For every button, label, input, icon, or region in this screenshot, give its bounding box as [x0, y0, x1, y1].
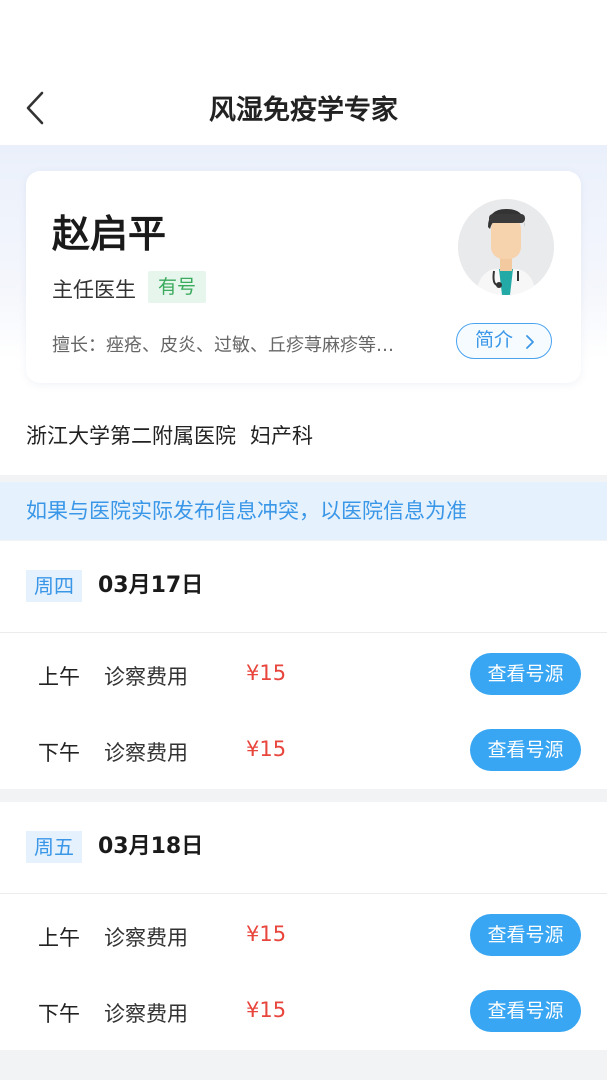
schedule-day: 周四 03月17日 上午 诊察费用 ¥15 查看号源 下午 诊察费用 ¥15 查…	[0, 541, 607, 789]
doctor-card: 赵启平 主任医生 有号 擅长：痤疮、皮炎、过敏、丘疹荨麻疹等… 简介	[26, 171, 581, 383]
schedule-day-header: 周四 03月17日	[0, 541, 607, 633]
slot-period: 下午	[38, 741, 80, 765]
doctor-avatar-icon	[458, 199, 554, 295]
weekday-tag: 周四	[26, 570, 82, 602]
slot-fee-label: 诊察费用	[104, 926, 188, 950]
view-availability-button[interactable]: 查看号源	[470, 990, 581, 1032]
schedule-date: 03月18日	[98, 834, 204, 859]
schedule-day-header: 周五 03月18日	[0, 802, 607, 894]
notice-banner: 如果与医院实际发布信息冲突，以医院信息为准	[0, 482, 607, 540]
view-availability-button[interactable]: 查看号源	[470, 653, 581, 695]
doctor-specialty: 擅长：痤疮、皮炎、过敏、丘疹荨麻疹等…	[52, 335, 394, 356]
slot-period: 下午	[38, 1002, 80, 1026]
availability-badge: 有号	[148, 271, 207, 303]
schedule-slot: 下午 诊察费用 ¥15 查看号源	[0, 711, 607, 789]
slot-fee-label: 诊察费用	[104, 1002, 188, 1026]
slot-price: ¥15	[246, 661, 287, 685]
slot-period: 上午	[38, 926, 80, 950]
hospital-name: 浙江大学第二附属医院	[26, 424, 236, 448]
schedule-date: 03月17日	[98, 573, 204, 598]
doctor-name: 赵启平	[52, 212, 167, 256]
page-title: 风湿免疫学专家	[209, 95, 398, 126]
department-name: 妇产科	[250, 424, 313, 448]
view-availability-button[interactable]: 查看号源	[470, 914, 581, 956]
slot-fee-label: 诊察费用	[104, 741, 188, 765]
schedule-slot: 上午 诊察费用 ¥15 查看号源	[0, 635, 607, 711]
slot-price: ¥15	[246, 922, 287, 946]
view-availability-button[interactable]: 查看号源	[470, 729, 581, 771]
doctor-title: 主任医生	[52, 278, 136, 302]
slot-price: ¥15	[246, 998, 287, 1022]
schedule-slot: 上午 诊察费用 ¥15 查看号源	[0, 896, 607, 972]
slot-period: 上午	[38, 665, 80, 689]
nav-header: 风湿免疫学专家	[0, 0, 607, 145]
intro-button-label: 简介	[475, 329, 514, 351]
schedule-slot: 下午 诊察费用 ¥15 查看号源	[0, 972, 607, 1050]
slot-price: ¥15	[246, 737, 287, 761]
weekday-tag: 周五	[26, 831, 82, 863]
intro-button[interactable]: 简介	[456, 323, 552, 359]
hospital-info: 浙江大学第二附属医院 妇产科	[26, 420, 313, 450]
chevron-right-icon	[526, 335, 534, 349]
schedule-day: 周五 03月18日 上午 诊察费用 ¥15 查看号源 下午 诊察费用 ¥15 查…	[0, 802, 607, 1050]
slot-fee-label: 诊察费用	[104, 665, 188, 689]
